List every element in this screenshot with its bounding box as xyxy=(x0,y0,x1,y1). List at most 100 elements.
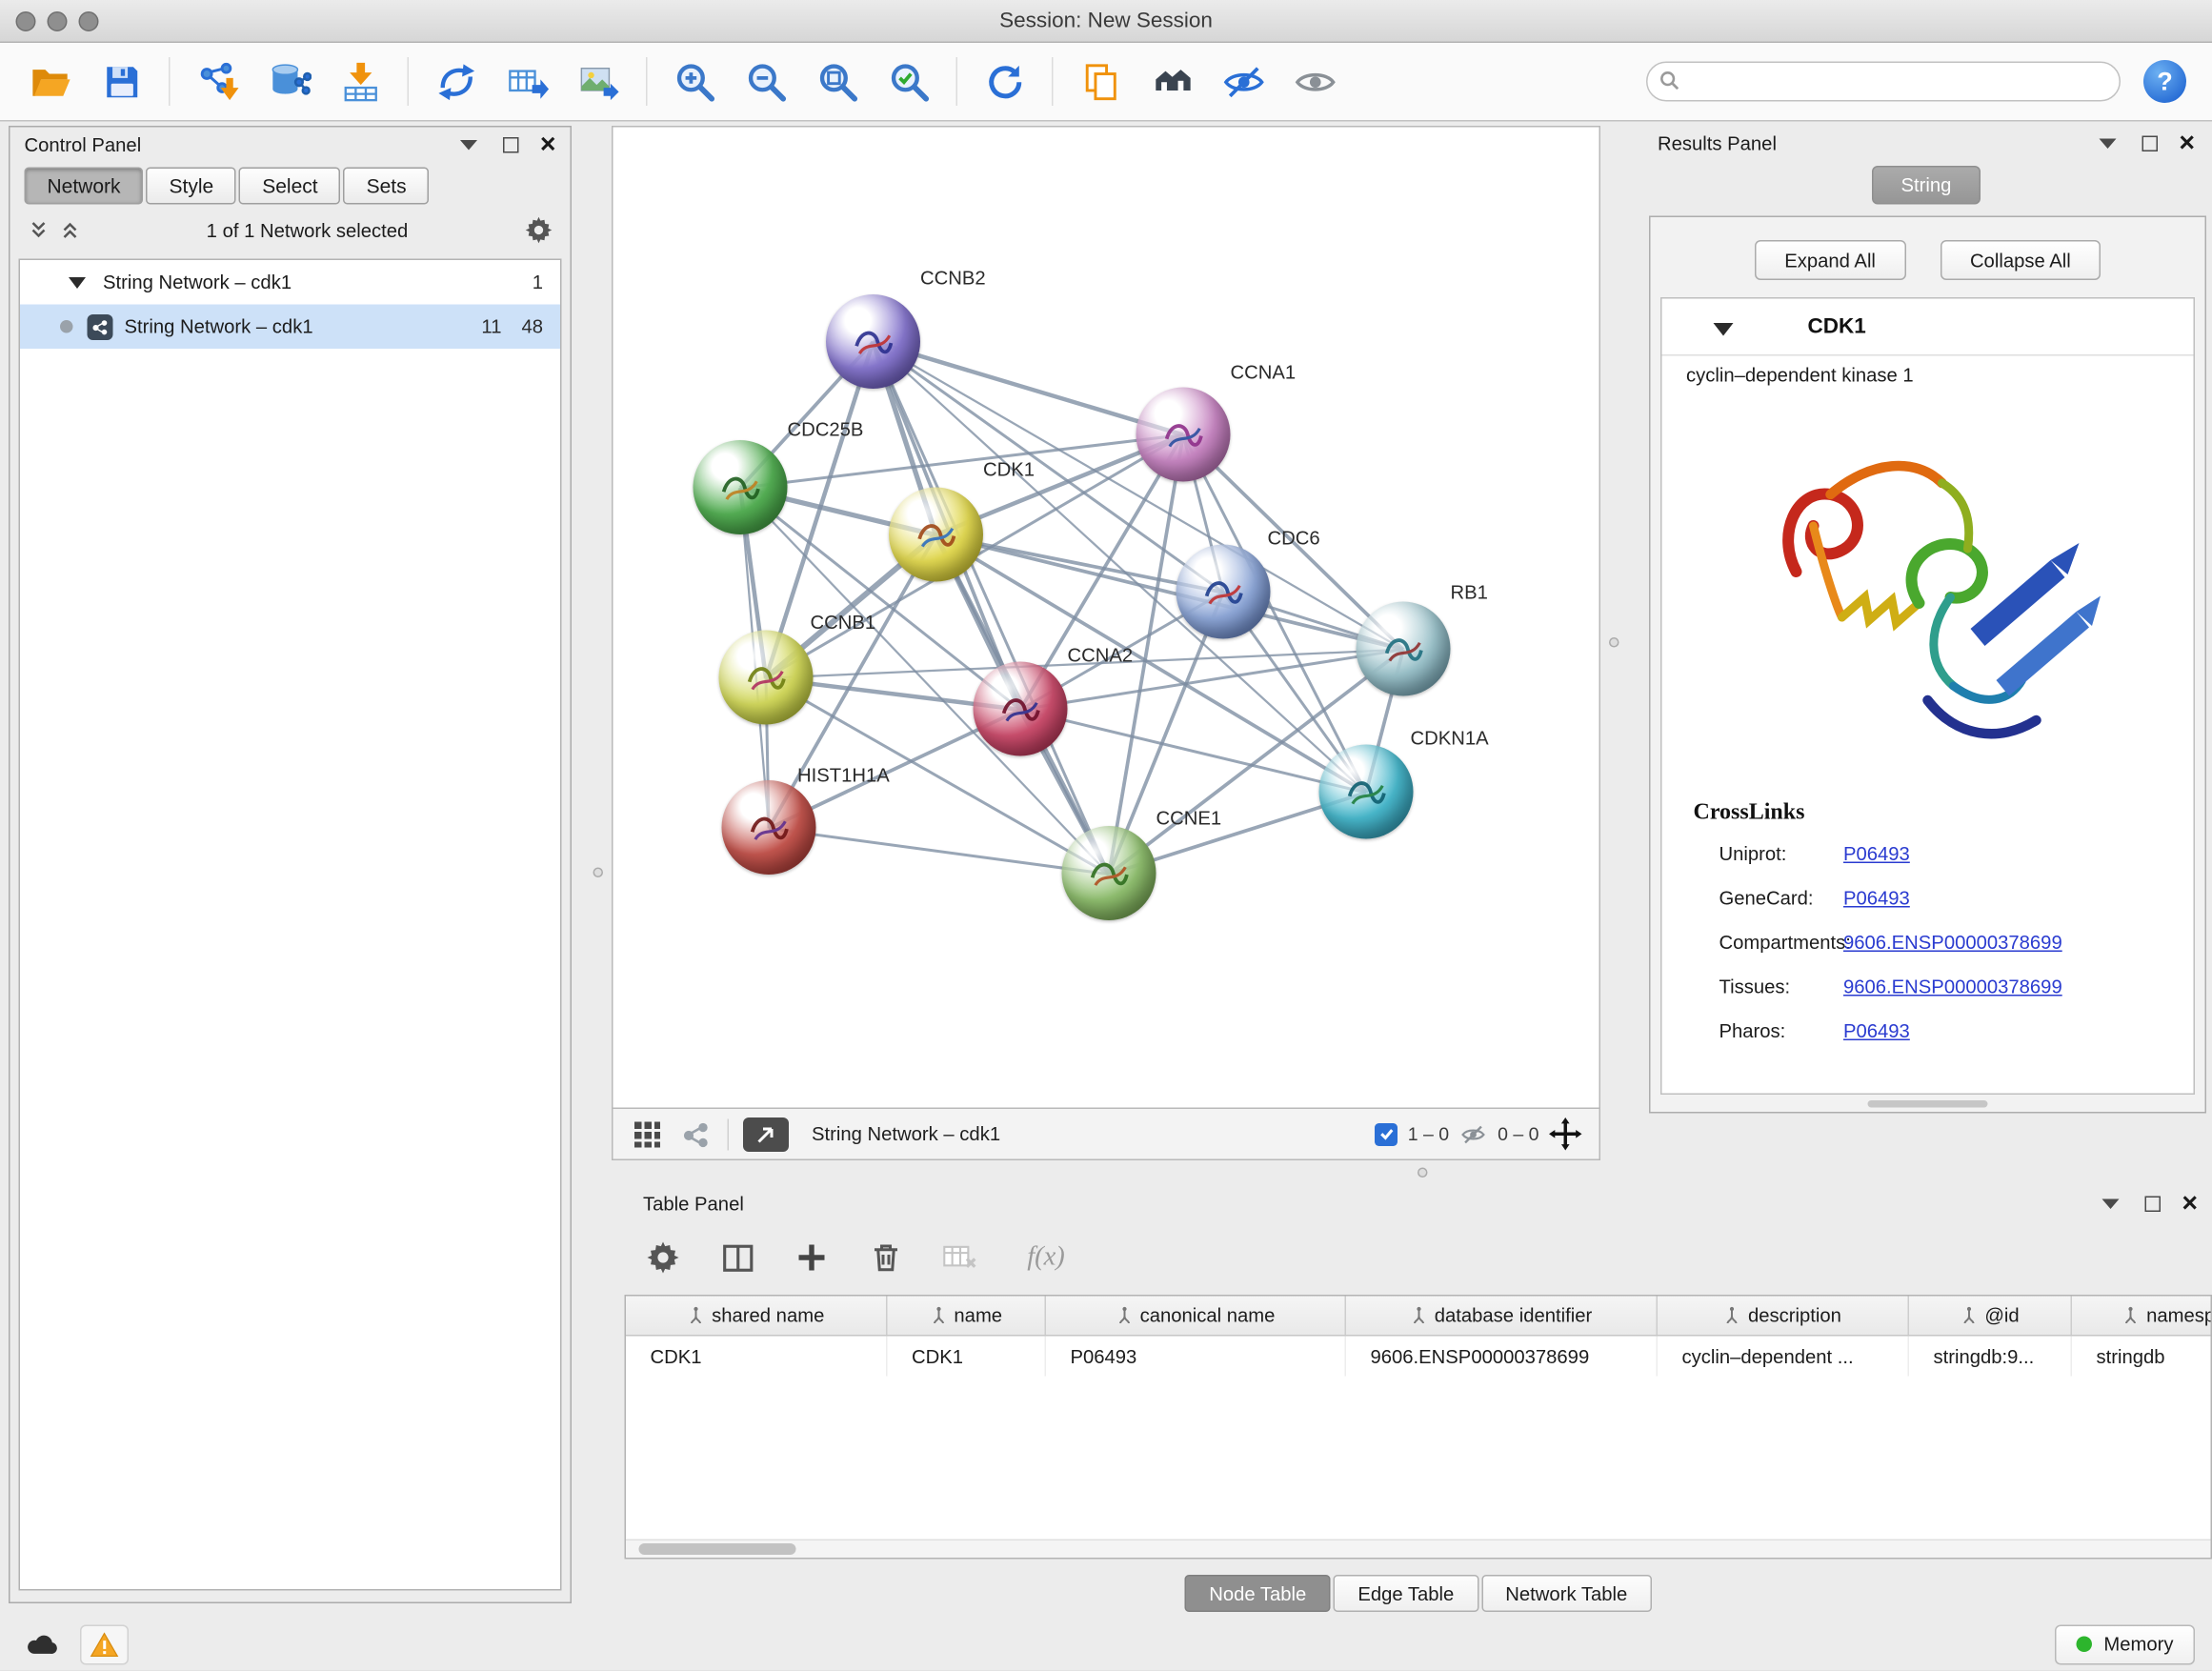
network-node-rb1[interactable] xyxy=(1357,602,1451,696)
network-collection-row[interactable]: String Network – cdk1 1 xyxy=(20,260,560,305)
vertical-splitter-handle-left[interactable] xyxy=(593,868,604,878)
tree-caret-icon[interactable] xyxy=(69,276,86,288)
crosslink-link[interactable]: P06493 xyxy=(1843,888,1910,910)
results-scrollbar[interactable] xyxy=(1868,1100,1988,1108)
import-network-from-database-button[interactable] xyxy=(257,50,320,113)
column-header[interactable]: name xyxy=(888,1297,1047,1336)
collapse-all-button[interactable]: Collapse All xyxy=(1940,240,2101,280)
scrollbar-thumb[interactable] xyxy=(639,1543,796,1555)
network-node-cdc6[interactable] xyxy=(1176,545,1271,639)
column-header[interactable]: namespace xyxy=(2072,1297,2212,1336)
string-results-tab[interactable]: String xyxy=(1873,166,1981,205)
network-node-ccnb2[interactable] xyxy=(826,294,920,389)
tab-sets[interactable]: Sets xyxy=(344,168,430,205)
show-columns-button[interactable] xyxy=(716,1237,759,1279)
network-node-ccne1[interactable] xyxy=(1062,826,1156,920)
help-button[interactable]: ? xyxy=(2143,60,2186,103)
panel-menu-icon[interactable] xyxy=(2099,138,2116,149)
network-node-cdk1[interactable] xyxy=(889,488,983,582)
save-session-button[interactable] xyxy=(90,50,153,113)
network-node-cdkn1a[interactable] xyxy=(1319,745,1414,839)
network-row[interactable]: String Network – cdk1 11 48 xyxy=(20,305,560,350)
eye-icon xyxy=(1293,59,1337,104)
tab-style[interactable]: Style xyxy=(147,168,237,205)
export-network-button[interactable] xyxy=(425,50,488,113)
zoom-selected-button[interactable] xyxy=(877,50,940,113)
column-header[interactable]: database identifier xyxy=(1346,1297,1658,1336)
import-table-from-file-button[interactable] xyxy=(329,50,392,113)
toolbar-separator xyxy=(646,57,648,106)
network-node-label: CCNA1 xyxy=(1231,362,1297,384)
export-table-button[interactable] xyxy=(496,50,559,113)
panel-close-icon[interactable]: × xyxy=(540,131,556,158)
horizontal-splitter-handle[interactable] xyxy=(1418,1168,1428,1178)
zoom-in-button[interactable] xyxy=(663,50,726,113)
zoom-out-button[interactable] xyxy=(734,50,797,113)
network-node-cdc25b[interactable] xyxy=(694,440,788,534)
add-column-button[interactable] xyxy=(791,1237,834,1279)
show-glass-effect-button[interactable] xyxy=(1283,50,1346,113)
gear-icon[interactable] xyxy=(525,216,553,245)
share-network-icon[interactable] xyxy=(679,1117,714,1151)
panel-menu-icon[interactable] xyxy=(2101,1198,2119,1209)
table-settings-button[interactable] xyxy=(642,1237,685,1279)
function-builder-button[interactable]: f(x) xyxy=(1014,1237,1079,1279)
zoom-fit-icon xyxy=(815,59,860,104)
tab-network-table[interactable]: Network Table xyxy=(1481,1575,1652,1612)
crosslink-link[interactable]: 9606.ENSP00000378699 xyxy=(1843,932,2062,954)
tab-edge-table[interactable]: Edge Table xyxy=(1334,1575,1478,1612)
tab-network[interactable]: Network xyxy=(25,168,144,205)
apply-layout-button[interactable] xyxy=(974,50,1036,113)
table-cell: cyclin–dependent ... xyxy=(1658,1337,1909,1377)
zoom-fit-button[interactable] xyxy=(806,50,869,113)
panel-float-icon[interactable] xyxy=(2144,1196,2161,1212)
network-node-ccna2[interactable] xyxy=(974,662,1068,756)
panel-float-icon[interactable] xyxy=(503,136,519,152)
collapse-caret-icon[interactable] xyxy=(1714,323,1734,336)
export-image-icon xyxy=(576,59,621,104)
delete-column-button[interactable] xyxy=(865,1237,908,1279)
panel-menu-icon[interactable] xyxy=(460,139,477,150)
copy-button[interactable] xyxy=(1069,50,1132,113)
open-in-new-window-button[interactable] xyxy=(743,1117,789,1151)
collapse-all-icon[interactable] xyxy=(28,219,50,242)
network-node-hist1h1a[interactable] xyxy=(722,780,816,875)
cloud-status-button[interactable] xyxy=(17,1624,66,1664)
table-horizontal-scrollbar[interactable] xyxy=(626,1540,2211,1559)
warnings-button[interactable] xyxy=(80,1624,129,1664)
grid-view-icon[interactable] xyxy=(631,1117,665,1151)
import-network-from-file-button[interactable] xyxy=(186,50,249,113)
selected-nodes-checkbox[interactable] xyxy=(1375,1122,1398,1145)
table-row[interactable]: CDK1 CDK1 P06493 9606.ENSP00000378699 cy… xyxy=(626,1337,2212,1377)
column-header[interactable]: shared name xyxy=(626,1297,888,1336)
network-overview-button[interactable] xyxy=(1140,50,1203,113)
tab-node-table[interactable]: Node Table xyxy=(1185,1575,1331,1612)
tab-select[interactable]: Select xyxy=(239,168,340,205)
crosslink-link[interactable]: 9606.ENSP00000378699 xyxy=(1843,976,2062,998)
crosslink-link[interactable]: P06493 xyxy=(1843,843,1910,865)
delete-table-button[interactable] xyxy=(939,1237,982,1279)
expand-all-icon[interactable] xyxy=(59,219,82,242)
memory-label: Memory xyxy=(2103,1634,2173,1656)
application-window: Session: New Session xyxy=(0,0,2212,1671)
pan-move-icon[interactable] xyxy=(1549,1117,1582,1151)
panel-close-icon[interactable]: × xyxy=(2182,1190,2198,1218)
memory-button[interactable]: Memory xyxy=(2055,1624,2195,1664)
export-image-button[interactable] xyxy=(568,50,631,113)
hide-glass-effect-button[interactable] xyxy=(1212,50,1275,113)
column-header[interactable]: canonical name xyxy=(1046,1297,1346,1336)
protein-card-header[interactable]: CDK1 xyxy=(1662,299,2194,356)
column-header[interactable]: @id xyxy=(1909,1297,2072,1336)
open-session-button[interactable] xyxy=(19,50,82,113)
crosslink-link[interactable]: P06493 xyxy=(1843,1020,1910,1042)
column-header[interactable]: description xyxy=(1658,1297,1909,1336)
network-node-ccna1[interactable] xyxy=(1136,388,1231,482)
vertical-splitter-handle-right[interactable] xyxy=(1609,637,1619,648)
network-canvas[interactable]: CCNB2CCNA1CDC25BCDK1CDC6RB1CCNB1CCNA2CDK… xyxy=(612,126,1600,1108)
panel-close-icon[interactable]: × xyxy=(2179,130,2195,157)
network-node-ccnb1[interactable] xyxy=(719,631,814,725)
results-panel-title: Results Panel xyxy=(1658,132,1777,154)
expand-all-button[interactable]: Expand All xyxy=(1755,240,1906,280)
panel-float-icon[interactable] xyxy=(2142,135,2158,151)
search-input[interactable] xyxy=(1646,62,2121,102)
